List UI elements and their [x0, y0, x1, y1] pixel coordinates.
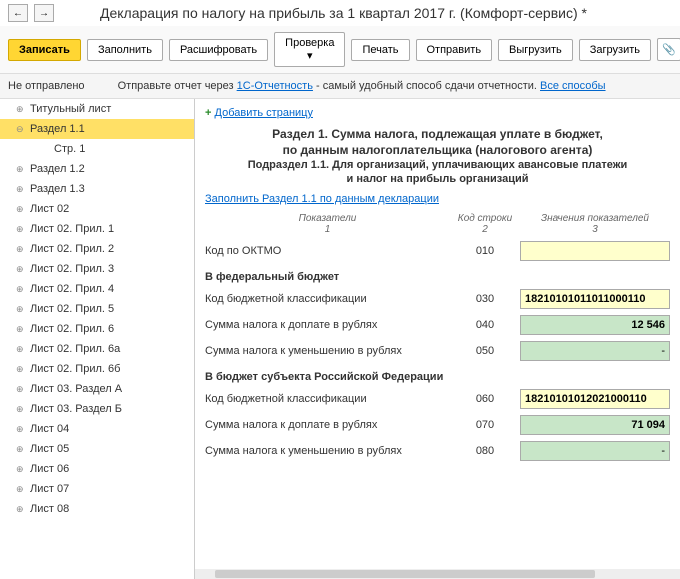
- tree-toggle-icon: ⊕: [16, 424, 26, 435]
- tree-item-label: Стр. 1: [54, 143, 85, 155]
- status-text: Отправьте отчет через: [118, 80, 237, 92]
- tree-toggle-icon: ⊕: [16, 244, 26, 255]
- sub-plus-input[interactable]: [520, 415, 670, 435]
- check-button[interactable]: Проверка ▾: [274, 32, 345, 67]
- tree-toggle-icon: ⊖: [16, 124, 26, 135]
- row-oktmo-label: Код по ОКТМО: [205, 245, 450, 257]
- load-button[interactable]: Загрузить: [579, 39, 651, 61]
- tree-item-16[interactable]: ⊕ Лист 04: [0, 419, 194, 439]
- tree-toggle-icon: ⊕: [16, 444, 26, 455]
- tree-item-label: Раздел 1.1: [30, 123, 85, 135]
- tree-toggle-icon: ⊕: [16, 184, 26, 195]
- tree-item-label: Лист 03. Раздел Б: [30, 403, 122, 415]
- page-title: Декларация по налогу на прибыль за 1 ква…: [100, 5, 587, 21]
- tree-item-label: Лист 02. Прил. 6а: [30, 343, 120, 355]
- fed-kbk-input[interactable]: [520, 289, 670, 309]
- tree-toggle-icon: ⊕: [16, 404, 26, 415]
- add-page-link[interactable]: Добавить страницу: [215, 107, 313, 119]
- section-title-2: по данным налогоплательщика (налогового …: [205, 143, 670, 157]
- upload-button[interactable]: Выгрузить: [498, 39, 573, 61]
- tree-item-13[interactable]: ⊕ Лист 02. Прил. 6б: [0, 359, 194, 379]
- tree-item-label: Лист 02. Прил. 5: [30, 303, 114, 315]
- tree-item-4[interactable]: ⊕ Раздел 1.3: [0, 179, 194, 199]
- tree-toggle-icon: ⊕: [16, 224, 26, 235]
- tree-item-0[interactable]: ⊕ Титульный лист: [0, 99, 194, 119]
- tree-item-label: Лист 02. Прил. 6: [30, 323, 114, 335]
- federal-budget-header: В федеральный бюджет: [205, 271, 670, 283]
- nav-forward-button[interactable]: →: [34, 4, 54, 22]
- tree-toggle-icon: ⊕: [16, 384, 26, 395]
- fill-section-link[interactable]: Заполнить Раздел 1.1 по данным деклараци…: [205, 193, 670, 205]
- tree-item-label: Лист 02. Прил. 3: [30, 263, 114, 275]
- tree-item-2[interactable]: Стр. 1: [0, 139, 194, 159]
- tree-item-label: Лист 08: [30, 503, 69, 515]
- sidebar: ⊕ Титульный лист ⊖ Раздел 1.1 Стр. 1 ⊕ Раздел …: [0, 99, 195, 579]
- tree-item-label: Раздел 1.3: [30, 183, 85, 195]
- tree-toggle-icon: ⊕: [16, 464, 26, 475]
- decode-button[interactable]: Расшифровать: [169, 39, 268, 61]
- tree-item-label: Лист 03. Раздел А: [30, 383, 122, 395]
- fill-button[interactable]: Заполнить: [87, 39, 163, 61]
- tree-item-5[interactable]: ⊕ Лист 02: [0, 199, 194, 219]
- tree-item-label: Лист 05: [30, 443, 69, 455]
- tree-toggle-icon: ⊕: [16, 204, 26, 215]
- content-area: + Добавить страницу Раздел 1. Сумма нало…: [195, 99, 680, 579]
- tree-item-label: Лист 02: [30, 203, 69, 215]
- sub-minus-input[interactable]: [520, 441, 670, 461]
- tree-item-6[interactable]: ⊕ Лист 02. Прил. 1: [0, 219, 194, 239]
- tree-item-18[interactable]: ⊕ Лист 06: [0, 459, 194, 479]
- tree-item-label: Раздел 1.2: [30, 163, 85, 175]
- tree-item-label: Лист 02. Прил. 4: [30, 283, 114, 295]
- tree-item-10[interactable]: ⊕ Лист 02. Прил. 5: [0, 299, 194, 319]
- tree-item-7[interactable]: ⊕ Лист 02. Прил. 2: [0, 239, 194, 259]
- plus-icon: +: [205, 107, 211, 119]
- tree-item-label: Лист 02. Прил. 6б: [30, 363, 120, 375]
- tree-item-3[interactable]: ⊕ Раздел 1.2: [0, 159, 194, 179]
- tree-item-15[interactable]: ⊕ Лист 03. Раздел Б: [0, 399, 194, 419]
- tree-item-12[interactable]: ⊕ Лист 02. Прил. 6а: [0, 339, 194, 359]
- tree-item-label: Лист 04: [30, 423, 69, 435]
- tree-toggle-icon: ⊕: [16, 344, 26, 355]
- tree-toggle-icon: ⊕: [16, 264, 26, 275]
- tree-toggle-icon: ⊕: [16, 324, 26, 335]
- tree-toggle-icon: ⊕: [16, 504, 26, 515]
- oktmo-input[interactable]: [520, 241, 670, 261]
- tree-item-label: Лист 02. Прил. 1: [30, 223, 114, 235]
- tree-item-label: Лист 07: [30, 483, 69, 495]
- tree-item-19[interactable]: ⊕ Лист 07: [0, 479, 194, 499]
- tree-item-17[interactable]: ⊕ Лист 05: [0, 439, 194, 459]
- tree-item-9[interactable]: ⊕ Лист 02. Прил. 4: [0, 279, 194, 299]
- sub-kbk-input[interactable]: [520, 389, 670, 409]
- horizontal-scrollbar[interactable]: [195, 569, 680, 579]
- fed-minus-input[interactable]: [520, 341, 670, 361]
- tree-item-label: Лист 06: [30, 463, 69, 475]
- tree-toggle-icon: ⊕: [16, 164, 26, 175]
- status-link-all[interactable]: Все способы: [540, 80, 606, 92]
- tree-toggle-icon: ⊕: [16, 284, 26, 295]
- tree-toggle-icon: ⊕: [16, 484, 26, 495]
- tree-item-8[interactable]: ⊕ Лист 02. Прил. 3: [0, 259, 194, 279]
- send-button[interactable]: Отправить: [416, 39, 493, 61]
- nav-back-button[interactable]: ←: [8, 4, 28, 22]
- tree-item-label: Лист 02. Прил. 2: [30, 243, 114, 255]
- tree-item-20[interactable]: ⊕ Лист 08: [0, 499, 194, 519]
- print-button[interactable]: Печать: [351, 39, 409, 61]
- section-sub-1: Подраздел 1.1. Для организаций, уплачива…: [205, 159, 670, 171]
- section-title-1: Раздел 1. Сумма налога, подлежащая уплат…: [205, 127, 670, 141]
- tree-item-1[interactable]: ⊖ Раздел 1.1: [0, 119, 194, 139]
- section-sub-2: и налог на прибыль организаций: [205, 173, 670, 185]
- status-label: Не отправлено: [8, 80, 85, 92]
- fed-plus-input[interactable]: [520, 315, 670, 335]
- tree-item-11[interactable]: ⊕ Лист 02. Прил. 6: [0, 319, 194, 339]
- row-oktmo-code: 010: [450, 245, 520, 257]
- tree-item-14[interactable]: ⊕ Лист 03. Раздел А: [0, 379, 194, 399]
- tree-toggle-icon: ⊕: [16, 304, 26, 315]
- tree-toggle-icon: ⊕: [16, 104, 26, 115]
- write-button[interactable]: Записать: [8, 39, 81, 61]
- tree-item-label: Титульный лист: [30, 103, 111, 115]
- tree-toggle-icon: ⊕: [16, 364, 26, 375]
- subject-budget-header: В бюджет субъекта Российской Федерации: [205, 371, 670, 383]
- status-link-1c[interactable]: 1С-Отчетность: [237, 80, 313, 92]
- attach-button[interactable]: 📎: [657, 38, 680, 61]
